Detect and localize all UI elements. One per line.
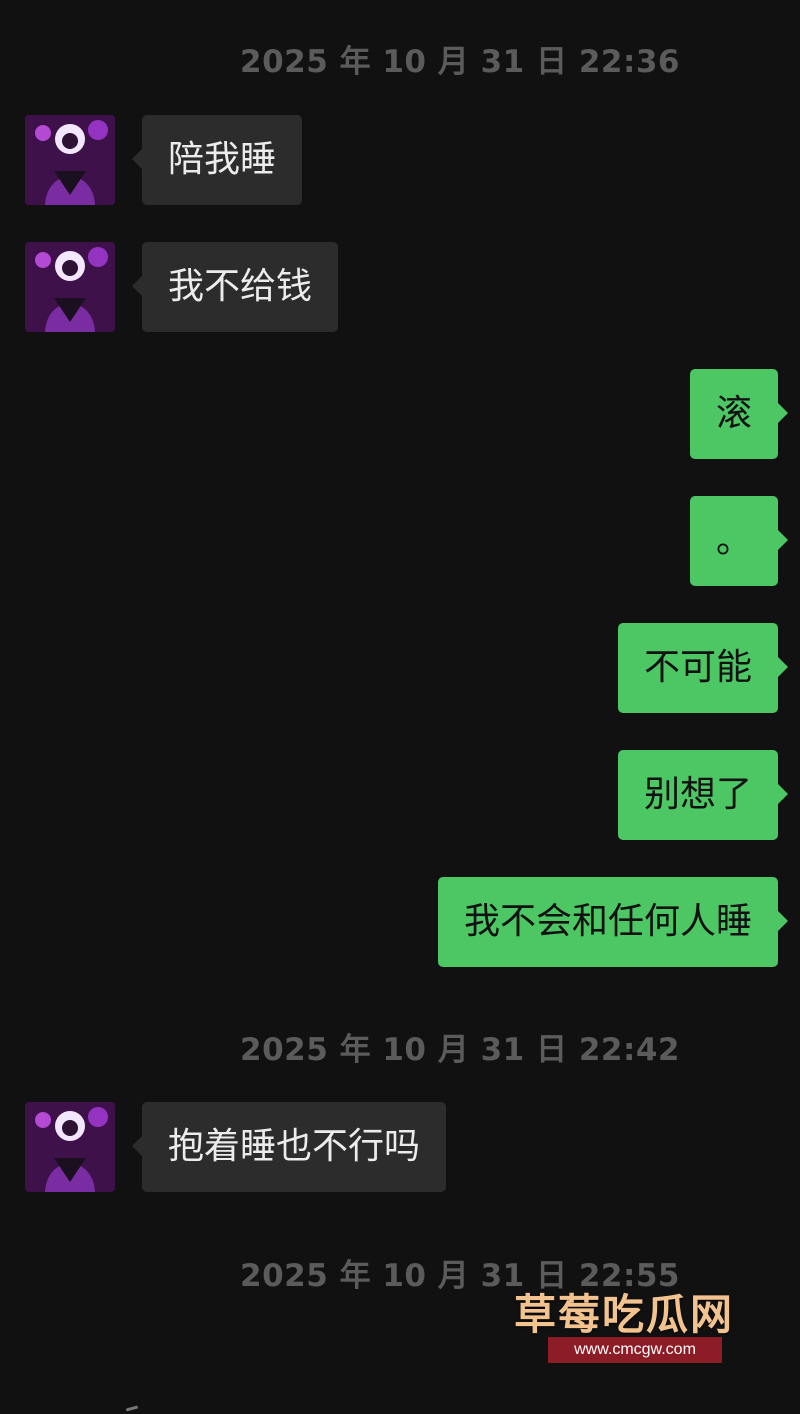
message-row: 。	[0, 496, 800, 588]
message-row: 别想了	[0, 750, 800, 842]
message-row: 抱着睡也不行吗	[0, 1102, 800, 1194]
message-row: 我不给钱	[0, 242, 800, 334]
timestamp: 2025 年 10 月 31 日 22:36	[240, 44, 680, 80]
outgoing-message-bubble[interactable]: 滚	[689, 369, 789, 459]
message-row: 滚	[0, 369, 800, 461]
message-row: 我不会和任何人睡	[0, 877, 800, 969]
outgoing-message-bubble[interactable]: 别想了	[617, 750, 789, 840]
outgoing-message-bubble[interactable]: 我不会和任何人睡	[437, 877, 789, 967]
contact-avatar-icon[interactable]	[25, 115, 115, 205]
incoming-message-bubble[interactable]: 抱着睡也不行吗	[131, 1102, 447, 1192]
site-watermark: 草莓吃瓜网 www.cmcgw.com	[514, 1281, 764, 1376]
timestamp: 2025 年 10 月 31 日 22:42	[240, 1032, 680, 1068]
outgoing-message-bubble[interactable]: 不可能	[617, 623, 789, 713]
partial-scroll-mark	[125, 1405, 139, 1412]
watermark-title: 草莓吃瓜网	[514, 1290, 735, 1339]
message-row: 不可能	[0, 623, 800, 715]
incoming-message-bubble[interactable]: 陪我睡	[131, 115, 303, 205]
message-row: 陪我睡	[0, 115, 800, 207]
outgoing-message-bubble[interactable]: 。	[689, 496, 789, 586]
contact-avatar-icon[interactable]	[25, 242, 115, 332]
watermark-url: www.cmcgw.com	[548, 1337, 722, 1363]
incoming-message-bubble[interactable]: 我不给钱	[131, 242, 339, 332]
contact-avatar-icon[interactable]	[25, 1102, 115, 1192]
